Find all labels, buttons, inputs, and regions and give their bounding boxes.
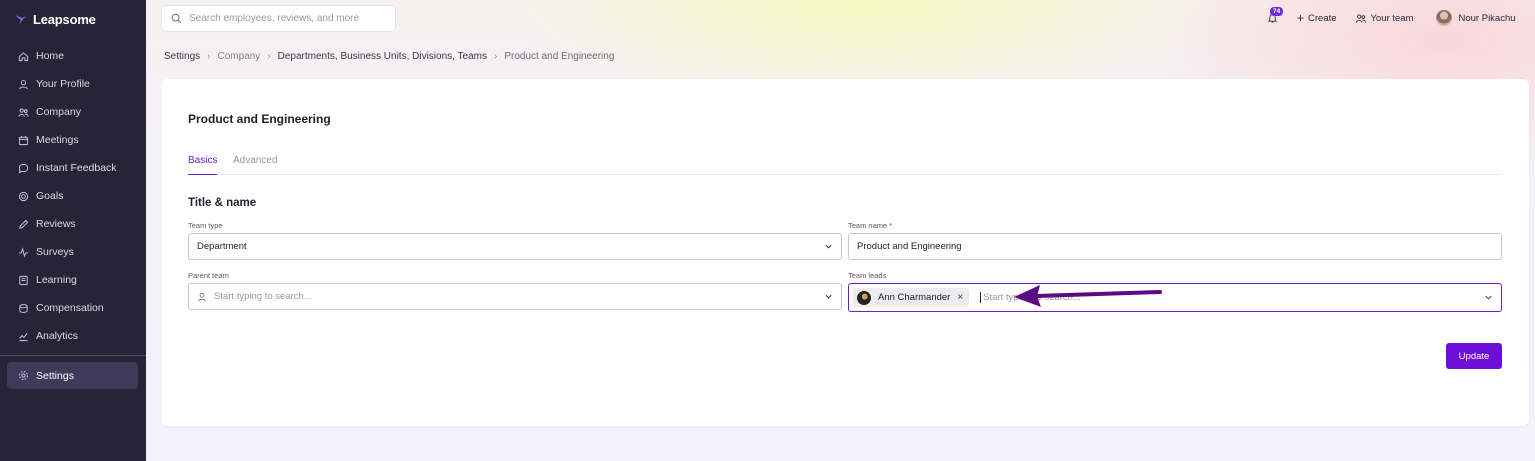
sidebar-item-learning[interactable]: Learning [0,266,146,294]
sidebar-item-label: Reviews [36,218,76,230]
global-search[interactable] [162,6,395,31]
your-team-button[interactable]: Your team [1355,13,1414,24]
brand-name: Leapsome [33,12,96,27]
sidebar-item-label: Meetings [36,134,79,146]
sidebar-item-your-profile[interactable]: Your Profile [0,70,146,98]
team-leads-select[interactable]: Ann Charmander × Start typing to search.… [848,283,1502,312]
sidebar-item-label: Surveys [36,246,74,258]
pulse-icon [17,246,29,258]
chevron-down-icon [825,244,832,249]
parent-team-select[interactable]: Start typing to search... [188,283,842,310]
team-name-label: Team name * [848,221,893,230]
tab-basics[interactable]: Basics [188,155,218,175]
sidebar-item-label: Settings [36,369,74,382]
sidebar-item-label: Goals [36,190,64,202]
sidebar-nav: Home Your Profile Company Meetings Insta… [0,42,146,350]
tab-bar: Basics Advanced [188,153,1501,175]
breadcrumb-current: Product and Engineering [504,51,615,62]
text-cursor [980,292,982,303]
sidebar-item-company[interactable]: Company [0,98,146,126]
breadcrumb-company[interactable]: Company [217,51,260,62]
section-title: Title & name [188,197,257,209]
header-actions: 74 + Create Your team Nour Pikachu [1263,7,1516,28]
user-search-icon [198,292,206,301]
notification-count-badge: 74 [1270,7,1284,16]
chart-icon [17,330,29,342]
update-button[interactable]: Update [1446,343,1502,369]
chat-bubble-icon [17,162,29,174]
remove-chip-icon[interactable]: × [957,292,963,303]
team-lead-chip: Ann Charmander × [853,288,970,307]
chevron-right-icon: › [493,51,498,62]
sidebar-item-label: Your Profile [36,78,90,90]
chevron-right-icon: › [207,51,211,62]
team-icon [1355,14,1366,23]
sidebar-item-reviews[interactable]: Reviews [0,210,146,238]
calendar-icon [17,134,29,146]
team-leads-placeholder[interactable]: Start typing to search... [983,292,1081,303]
create-label: Create [1308,12,1337,24]
sidebar-item-home[interactable]: Home [0,42,146,70]
chevron-down-icon [1485,295,1492,300]
sidebar: Leapsome Home Your Profile Company Meeti… [0,0,146,461]
team-name-field[interactable]: Product and Engineering [848,233,1502,260]
sidebar-item-label: Home [36,50,65,62]
sidebar-item-compensation[interactable]: Compensation [0,294,146,322]
book-icon [17,274,29,286]
sidebar-divider [0,355,146,356]
leapsome-logo-icon [15,14,27,25]
team-type-label: Team type [188,221,223,230]
user-name: Nour Pikachu [1458,12,1516,24]
parent-team-placeholder: Start typing to search... [214,291,312,302]
home-icon [17,50,29,62]
sidebar-item-label: Compensation [36,302,104,314]
team-leads-label: Team leads [848,271,887,280]
target-icon [17,190,29,202]
chevron-down-icon [825,294,832,299]
team-lead-name: Ann Charmander [878,292,951,303]
team-name-value: Product and Engineering [857,241,962,252]
sidebar-item-label: Company [36,106,81,118]
sidebar-item-meetings[interactable]: Meetings [0,126,146,154]
chevron-right-icon: › [267,51,271,62]
search-icon [171,13,182,24]
breadcrumb-settings[interactable]: Settings [164,51,200,62]
sidebar-item-settings[interactable]: Settings [7,362,138,389]
pen-icon [17,218,29,230]
people-icon [17,106,29,118]
user-icon [17,78,29,90]
breadcrumb-departments[interactable]: Departments, Business Units, Divisions, … [278,51,487,62]
your-team-label: Your team [1370,12,1414,24]
plus-icon: + [1297,11,1305,25]
team-edit-card: Product and Engineering Basics Advanced … [161,79,1529,426]
breadcrumb: Settings › Company › Departments, Busine… [164,51,614,62]
sidebar-item-label: Learning [36,274,77,286]
page-title: Product and Engineering [188,112,331,126]
user-menu[interactable]: Nour Pikachu [1435,10,1516,26]
team-type-value: Department [197,241,247,252]
sidebar-item-analytics[interactable]: Analytics [0,322,146,350]
avatar [857,290,871,305]
sidebar-item-surveys[interactable]: Surveys [0,238,146,266]
sidebar-item-label: Instant Feedback [36,162,117,174]
sidebar-item-goals[interactable]: Goals [0,182,146,210]
avatar [1435,10,1452,26]
search-input[interactable] [189,13,389,24]
tab-advanced[interactable]: Advanced [233,155,277,166]
create-button[interactable]: + Create [1297,11,1337,25]
gear-icon [17,370,29,382]
team-type-select[interactable]: Department [188,233,842,260]
sidebar-item-label: Analytics [36,330,79,342]
coins-icon [17,302,29,314]
sidebar-item-instant-feedback[interactable]: Instant Feedback [0,154,146,182]
notifications-button[interactable]: 74 [1263,7,1284,27]
parent-team-label: Parent team [188,271,229,280]
brand-logo[interactable]: Leapsome [14,12,96,27]
